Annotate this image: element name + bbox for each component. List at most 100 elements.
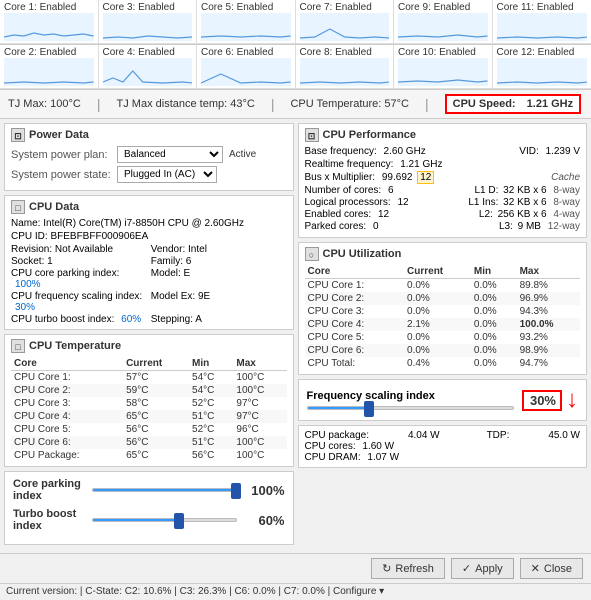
- parking-slider-row: Core parking index 100%: [13, 478, 285, 502]
- parking-slider-thumb[interactable]: [231, 483, 241, 499]
- util-min: 0.0%: [471, 318, 517, 331]
- table-row: CPU Core 6: 56°C 51°C 100°C: [11, 436, 287, 449]
- vid-value: 1.239 V: [546, 146, 580, 157]
- freq-scaling-content: Frequency scaling index: [307, 390, 515, 410]
- l2-value: 256 KB x 6: [498, 209, 547, 220]
- table-row: CPU Core 4: 65°C 51°C 97°C: [11, 410, 287, 423]
- right-panel: ⊡ CPU Performance Base frequency: 2.60 G…: [298, 123, 588, 549]
- util-col-max: Max: [517, 265, 580, 279]
- l1i-value: 32 KB x 6: [503, 197, 546, 208]
- freq-scaling-value: 30%: [522, 390, 562, 411]
- util-current: 0.0%: [404, 331, 471, 344]
- down-arrow-icon: ↓: [566, 386, 578, 414]
- core-10-graph: Core 10: Enabled: [394, 45, 493, 89]
- turbo-slider-track[interactable]: [92, 518, 236, 522]
- temp-core: CPU Core 4:: [11, 410, 123, 423]
- core-7-chart: [300, 13, 390, 41]
- temp-current: 57°C: [123, 371, 189, 385]
- freq-value-arrow: 30% ↓: [522, 386, 578, 414]
- table-row: CPU Core 4: 2.1% 0.0% 100.0%: [305, 318, 581, 331]
- util-min: 0.0%: [471, 344, 517, 357]
- cpu-speed-value: 1.21 GHz: [527, 98, 573, 110]
- cpu-speed-box: CPU Speed: 1.21 GHz: [445, 94, 582, 114]
- turbo-slider-value: 60%: [245, 513, 285, 528]
- util-max: 94.7%: [517, 357, 580, 370]
- enabled-value: 12: [378, 209, 389, 220]
- parking-slider-track[interactable]: [92, 488, 236, 492]
- temp-current: 56°C: [123, 436, 189, 449]
- cores-label: Number of cores:: [305, 185, 382, 196]
- cpu-util-icon: ○: [305, 247, 319, 261]
- temp-max: 100°C: [233, 371, 286, 385]
- util-core: CPU Core 4:: [305, 318, 405, 331]
- util-max: 100.0%: [517, 318, 580, 331]
- perf-row-5: Logical processors: 12 L1 Ins: 32 KB x 6…: [305, 197, 581, 208]
- apply-button[interactable]: ✓ Apply: [451, 558, 514, 579]
- core-4-label: Core 4: Enabled: [103, 47, 193, 58]
- freq-scaling-fill: [308, 407, 370, 409]
- util-core: CPU Core 1:: [305, 279, 405, 293]
- turbo-slider-thumb[interactable]: [174, 513, 184, 529]
- turbo-slider-fill: [93, 519, 178, 521]
- cpu-perf-grid: Base frequency: 2.60 GHz VID: 1.239 V Re…: [305, 146, 581, 232]
- realtime-label: Realtime frequency:: [305, 159, 394, 170]
- left-panel: ⊡ Power Data System power plan: Balanced…: [4, 123, 294, 549]
- table-row: CPU Total: 0.4% 0.0% 94.7%: [305, 357, 581, 370]
- util-max: 89.8%: [517, 279, 580, 293]
- util-max: 96.9%: [517, 292, 580, 305]
- tj-distance: TJ Max distance temp: 43°C: [117, 98, 255, 110]
- power-state-select[interactable]: Plugged In (AC) On Battery: [117, 166, 217, 183]
- temp-min: 51°C: [189, 436, 233, 449]
- turbo-slider-row: Turbo boost index 60%: [13, 508, 285, 532]
- close-button[interactable]: ✕ Close: [520, 558, 583, 579]
- util-core: CPU Core 3:: [305, 305, 405, 318]
- power-plan-select[interactable]: Balanced High performance Power saver: [117, 146, 223, 163]
- freq-scaling-track[interactable]: [307, 406, 515, 410]
- core-6-graph: Core 6: Enabled: [197, 45, 296, 89]
- cpu-temp-title: □ CPU Temperature: [11, 339, 287, 353]
- l3-label: L3:: [499, 221, 513, 232]
- multiplier-value: 12: [417, 171, 434, 184]
- cores-value: 6: [388, 185, 394, 196]
- l2-way: 4-way: [553, 209, 580, 220]
- power-state-row: System power state: Plugged In (AC) On B…: [11, 166, 287, 183]
- base-freq-value: 2.60 GHz: [384, 146, 426, 157]
- core-8-graph: Core 8: Enabled: [296, 45, 395, 89]
- util-core: CPU Total:: [305, 357, 405, 370]
- table-row: CPU Core 5: 0.0% 0.0% 93.2%: [305, 331, 581, 344]
- tj-bar: TJ Max: 100°C | TJ Max distance temp: 43…: [0, 90, 591, 119]
- table-row: CPU Core 2: 0.0% 0.0% 96.9%: [305, 292, 581, 305]
- l1d-value: 32 KB x 6: [503, 185, 546, 196]
- freq-scaling-thumb[interactable]: [364, 401, 374, 417]
- util-max: 98.9%: [517, 344, 580, 357]
- core-6-chart: [201, 58, 291, 86]
- cpu-name-label: Name:: [11, 218, 40, 229]
- parking-slider-fill: [93, 489, 235, 491]
- core-5-label: Core 5: Enabled: [201, 2, 291, 13]
- util-col-min: Min: [471, 265, 517, 279]
- temp-min: 56°C: [189, 449, 233, 462]
- temp-max: 97°C: [233, 410, 286, 423]
- cpu-perf-title: ⊡ CPU Performance: [305, 128, 581, 142]
- l3-value: 9 MB: [518, 221, 541, 232]
- cpu-perf-icon: ⊡: [305, 128, 319, 142]
- turbo-slider-label: Turbo boost index: [13, 508, 84, 532]
- refresh-button[interactable]: ↻ Refresh: [371, 558, 445, 579]
- util-col-current: Current: [404, 265, 471, 279]
- freq-scaling-row: CPU frequency scaling index: 30%: [11, 291, 147, 313]
- table-row: CPU Core 2: 59°C 54°C 100°C: [11, 384, 287, 397]
- logical-label: Logical processors:: [305, 197, 391, 208]
- core-10-chart: [398, 58, 488, 86]
- main-content: ⊡ Power Data System power plan: Balanced…: [0, 119, 591, 553]
- core-4-chart: [103, 58, 193, 86]
- util-col-core: Core: [305, 265, 405, 279]
- power-section-title: ⊡ Power Data: [11, 128, 287, 142]
- power-icon: ⊡: [11, 128, 25, 142]
- core-8-label: Core 8: Enabled: [300, 47, 390, 58]
- core-3-label: Core 3: Enabled: [103, 2, 193, 13]
- table-row: CPU Core 1: 0.0% 0.0% 89.8%: [305, 279, 581, 293]
- cores-top-row: Core 1: Enabled Core 3: Enabled Core 5: …: [0, 0, 591, 45]
- util-core: CPU Core 5:: [305, 331, 405, 344]
- parking-slider-label: Core parking index: [13, 478, 84, 502]
- cpu-temp-table: Core Current Min Max CPU Core 1: 57°C 54…: [11, 357, 287, 462]
